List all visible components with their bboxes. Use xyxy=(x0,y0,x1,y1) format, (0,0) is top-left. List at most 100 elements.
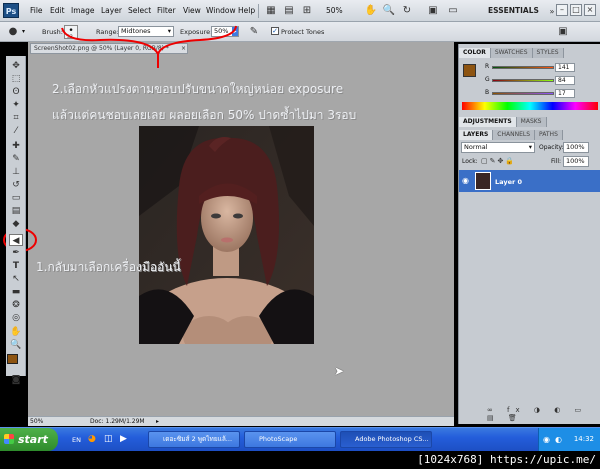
type-tool-icon[interactable]: T xyxy=(9,260,23,272)
gradient-tool-icon[interactable]: ▤ xyxy=(9,205,23,217)
move-tool-icon[interactable]: ✥ xyxy=(9,60,23,72)
bridge-icon[interactable]: ▦ xyxy=(264,4,278,17)
visibility-eye-icon[interactable]: ◉ xyxy=(462,176,469,185)
rotate-view-icon[interactable]: ↻ xyxy=(400,4,414,17)
green-value-input[interactable]: 84 xyxy=(555,76,575,85)
menu-view[interactable]: View xyxy=(183,6,201,15)
tab-channels[interactable]: CHANNELS xyxy=(493,130,536,140)
hand-tool-icon[interactable]: ✋ xyxy=(9,326,23,338)
clone-stamp-tool-icon[interactable]: ⊥ xyxy=(9,166,23,178)
marquee-tool-icon[interactable]: ⬚ xyxy=(9,73,23,85)
minimize-icon[interactable]: – xyxy=(556,4,568,16)
volume-icon[interactable]: ◐ xyxy=(555,428,562,451)
red-slider[interactable] xyxy=(492,66,554,69)
lasso-tool-icon[interactable]: ʘ xyxy=(9,86,23,98)
network-icon[interactable]: ◉ xyxy=(543,428,550,451)
fill-input[interactable]: 100% xyxy=(563,156,589,167)
eraser-tool-icon[interactable]: ▭ xyxy=(9,192,23,204)
screen-mode-icon[interactable]: ▭ xyxy=(446,4,460,17)
layers-panel-tabs: LAYERS CHANNELS PATHS xyxy=(459,130,600,140)
protect-tones-checkbox[interactable]: ✓ xyxy=(271,27,279,35)
blend-mode-select[interactable]: Normal ▾ xyxy=(461,142,535,153)
instruction-step2-line2: แล้วแต่คนชอบเลยเลย ผลอยเลือก 50% ปาดซ้ำไ… xyxy=(52,108,357,122)
pen-tool-icon[interactable]: ✒ xyxy=(9,247,23,259)
blur-tool-icon[interactable]: ◆ xyxy=(9,218,23,230)
opacity-label: Opacity: xyxy=(539,144,564,151)
status-zoom[interactable]: 50% xyxy=(30,417,43,426)
menu-select[interactable]: Select xyxy=(128,6,151,15)
color-spectrum-ramp[interactable] xyxy=(462,102,598,110)
quick-mask-icon[interactable]: ◙ xyxy=(9,374,23,386)
chevron-down-icon: ▾ xyxy=(528,143,532,151)
tab-masks[interactable]: MASKS xyxy=(516,117,547,127)
start-label: start xyxy=(18,433,48,446)
tab-layers[interactable]: LAYERS xyxy=(459,130,494,140)
tab-paths[interactable]: PATHS xyxy=(535,130,563,140)
close-icon[interactable]: × xyxy=(584,4,596,16)
firefox-icon[interactable]: ◕ xyxy=(88,434,96,444)
lock-label: Lock: xyxy=(462,158,478,165)
zoom-level-dropdown[interactable]: 50% xyxy=(326,6,343,15)
taskbar-item-label: เดอะซิมส์ 2 พูดไทยแล้... xyxy=(163,435,233,443)
path-select-tool-icon[interactable]: ↖ xyxy=(9,273,23,285)
hand-tool-icon[interactable]: ✋ xyxy=(364,4,378,17)
menu-edit[interactable]: Edit xyxy=(50,6,65,15)
green-slider[interactable] xyxy=(492,79,554,82)
quick-select-tool-icon[interactable]: ✦ xyxy=(9,99,23,111)
taskbar-item-browser[interactable]: เดอะซิมส์ 2 พูดไทยแล้... xyxy=(148,431,240,448)
3d-orbit-tool-icon[interactable]: ◎ xyxy=(9,312,23,324)
language-indicator[interactable]: EN xyxy=(72,436,81,444)
instruction-step2-line1: 2.เลือกหัวแปรงตามขอบปรับขนาดใหญ่หน่อย ex… xyxy=(52,82,344,96)
tab-color[interactable]: COLOR xyxy=(459,48,491,58)
foreground-color-swatch[interactable] xyxy=(7,354,18,364)
taskbar-item-photoscape[interactable]: PhotoScape xyxy=(244,431,336,448)
arrange-documents-icon[interactable]: ▣ xyxy=(426,4,440,17)
layer-name[interactable]: Layer 0 xyxy=(495,178,522,186)
mouse-cursor-icon: ➤ xyxy=(334,364,345,378)
start-button[interactable]: start xyxy=(0,428,58,451)
3d-rotate-tool-icon[interactable]: ❂ xyxy=(9,299,23,311)
healing-brush-tool-icon[interactable]: ✚ xyxy=(9,140,23,152)
zoom-tool-icon[interactable]: 🔍 xyxy=(9,339,23,351)
opacity-input[interactable]: 100% xyxy=(563,142,589,153)
menu-help[interactable]: Help xyxy=(238,6,255,15)
lock-icons[interactable]: ▢✎✥🔒 xyxy=(481,157,516,165)
tab-swatches[interactable]: SWATCHES xyxy=(490,48,533,58)
zoom-tool-icon[interactable]: 🔍 xyxy=(382,4,396,17)
color-panel-foreground-swatch[interactable] xyxy=(463,64,476,77)
menu-separator xyxy=(258,4,259,18)
brush-tool-icon[interactable]: ✎ xyxy=(9,153,23,165)
mini-bridge-icon[interactable]: ▤ xyxy=(282,4,296,17)
pressure-size-icon[interactable]: ▣ xyxy=(556,25,570,38)
extras-icon[interactable]: ⊞ xyxy=(300,4,314,17)
quick-launch-icon[interactable]: ◫ xyxy=(104,434,113,444)
menu-file[interactable]: File xyxy=(30,6,43,15)
layers-panel-footer-icons[interactable]: ∞ fx ◑ ◐ ▭ ▤ 🗑 xyxy=(459,406,600,422)
menu-window[interactable]: Window xyxy=(206,6,236,15)
menu-layer[interactable]: Layer xyxy=(101,6,122,15)
layer-row-layer-0[interactable]: ◉ Layer 0 xyxy=(459,170,600,192)
shape-tool-icon[interactable]: ▬ xyxy=(9,286,23,298)
red-value-input[interactable]: 141 xyxy=(555,63,575,72)
history-brush-tool-icon[interactable]: ↺ xyxy=(9,179,23,191)
media-player-icon[interactable]: ▶ xyxy=(120,434,127,444)
menu-image[interactable]: Image xyxy=(71,6,95,15)
taskbar-item-photoshop[interactable]: Adobe Photoshop CS... xyxy=(340,431,432,448)
color-panel-tabs: COLOR SWATCHES STYLES xyxy=(459,48,600,58)
status-menu-arrow-icon[interactable]: ▸ xyxy=(156,417,159,426)
workspace-switcher[interactable]: ESSENTIALS xyxy=(488,6,539,15)
maximize-icon[interactable]: □ xyxy=(570,4,582,16)
menu-filter[interactable]: Filter xyxy=(157,6,176,15)
photoshop-logo: Ps xyxy=(3,3,19,18)
taskbar-item-label: PhotoScape xyxy=(259,435,298,443)
dodge-tool-icon[interactable]: ◀ xyxy=(9,234,23,246)
blue-value-input[interactable]: 17 xyxy=(555,89,575,98)
eyedropper-tool-icon[interactable]: ⁄ xyxy=(9,125,23,137)
canvas-photo[interactable] xyxy=(139,126,314,344)
tab-adjustments[interactable]: ADJUSTMENTS xyxy=(459,117,517,127)
blue-slider[interactable] xyxy=(492,92,554,95)
crop-tool-icon[interactable]: ⌗ xyxy=(9,112,23,124)
system-tray: ◉ ◐ 14:32 xyxy=(538,428,600,451)
clock[interactable]: 14:32 xyxy=(574,435,594,443)
tab-styles[interactable]: STYLES xyxy=(532,48,564,58)
